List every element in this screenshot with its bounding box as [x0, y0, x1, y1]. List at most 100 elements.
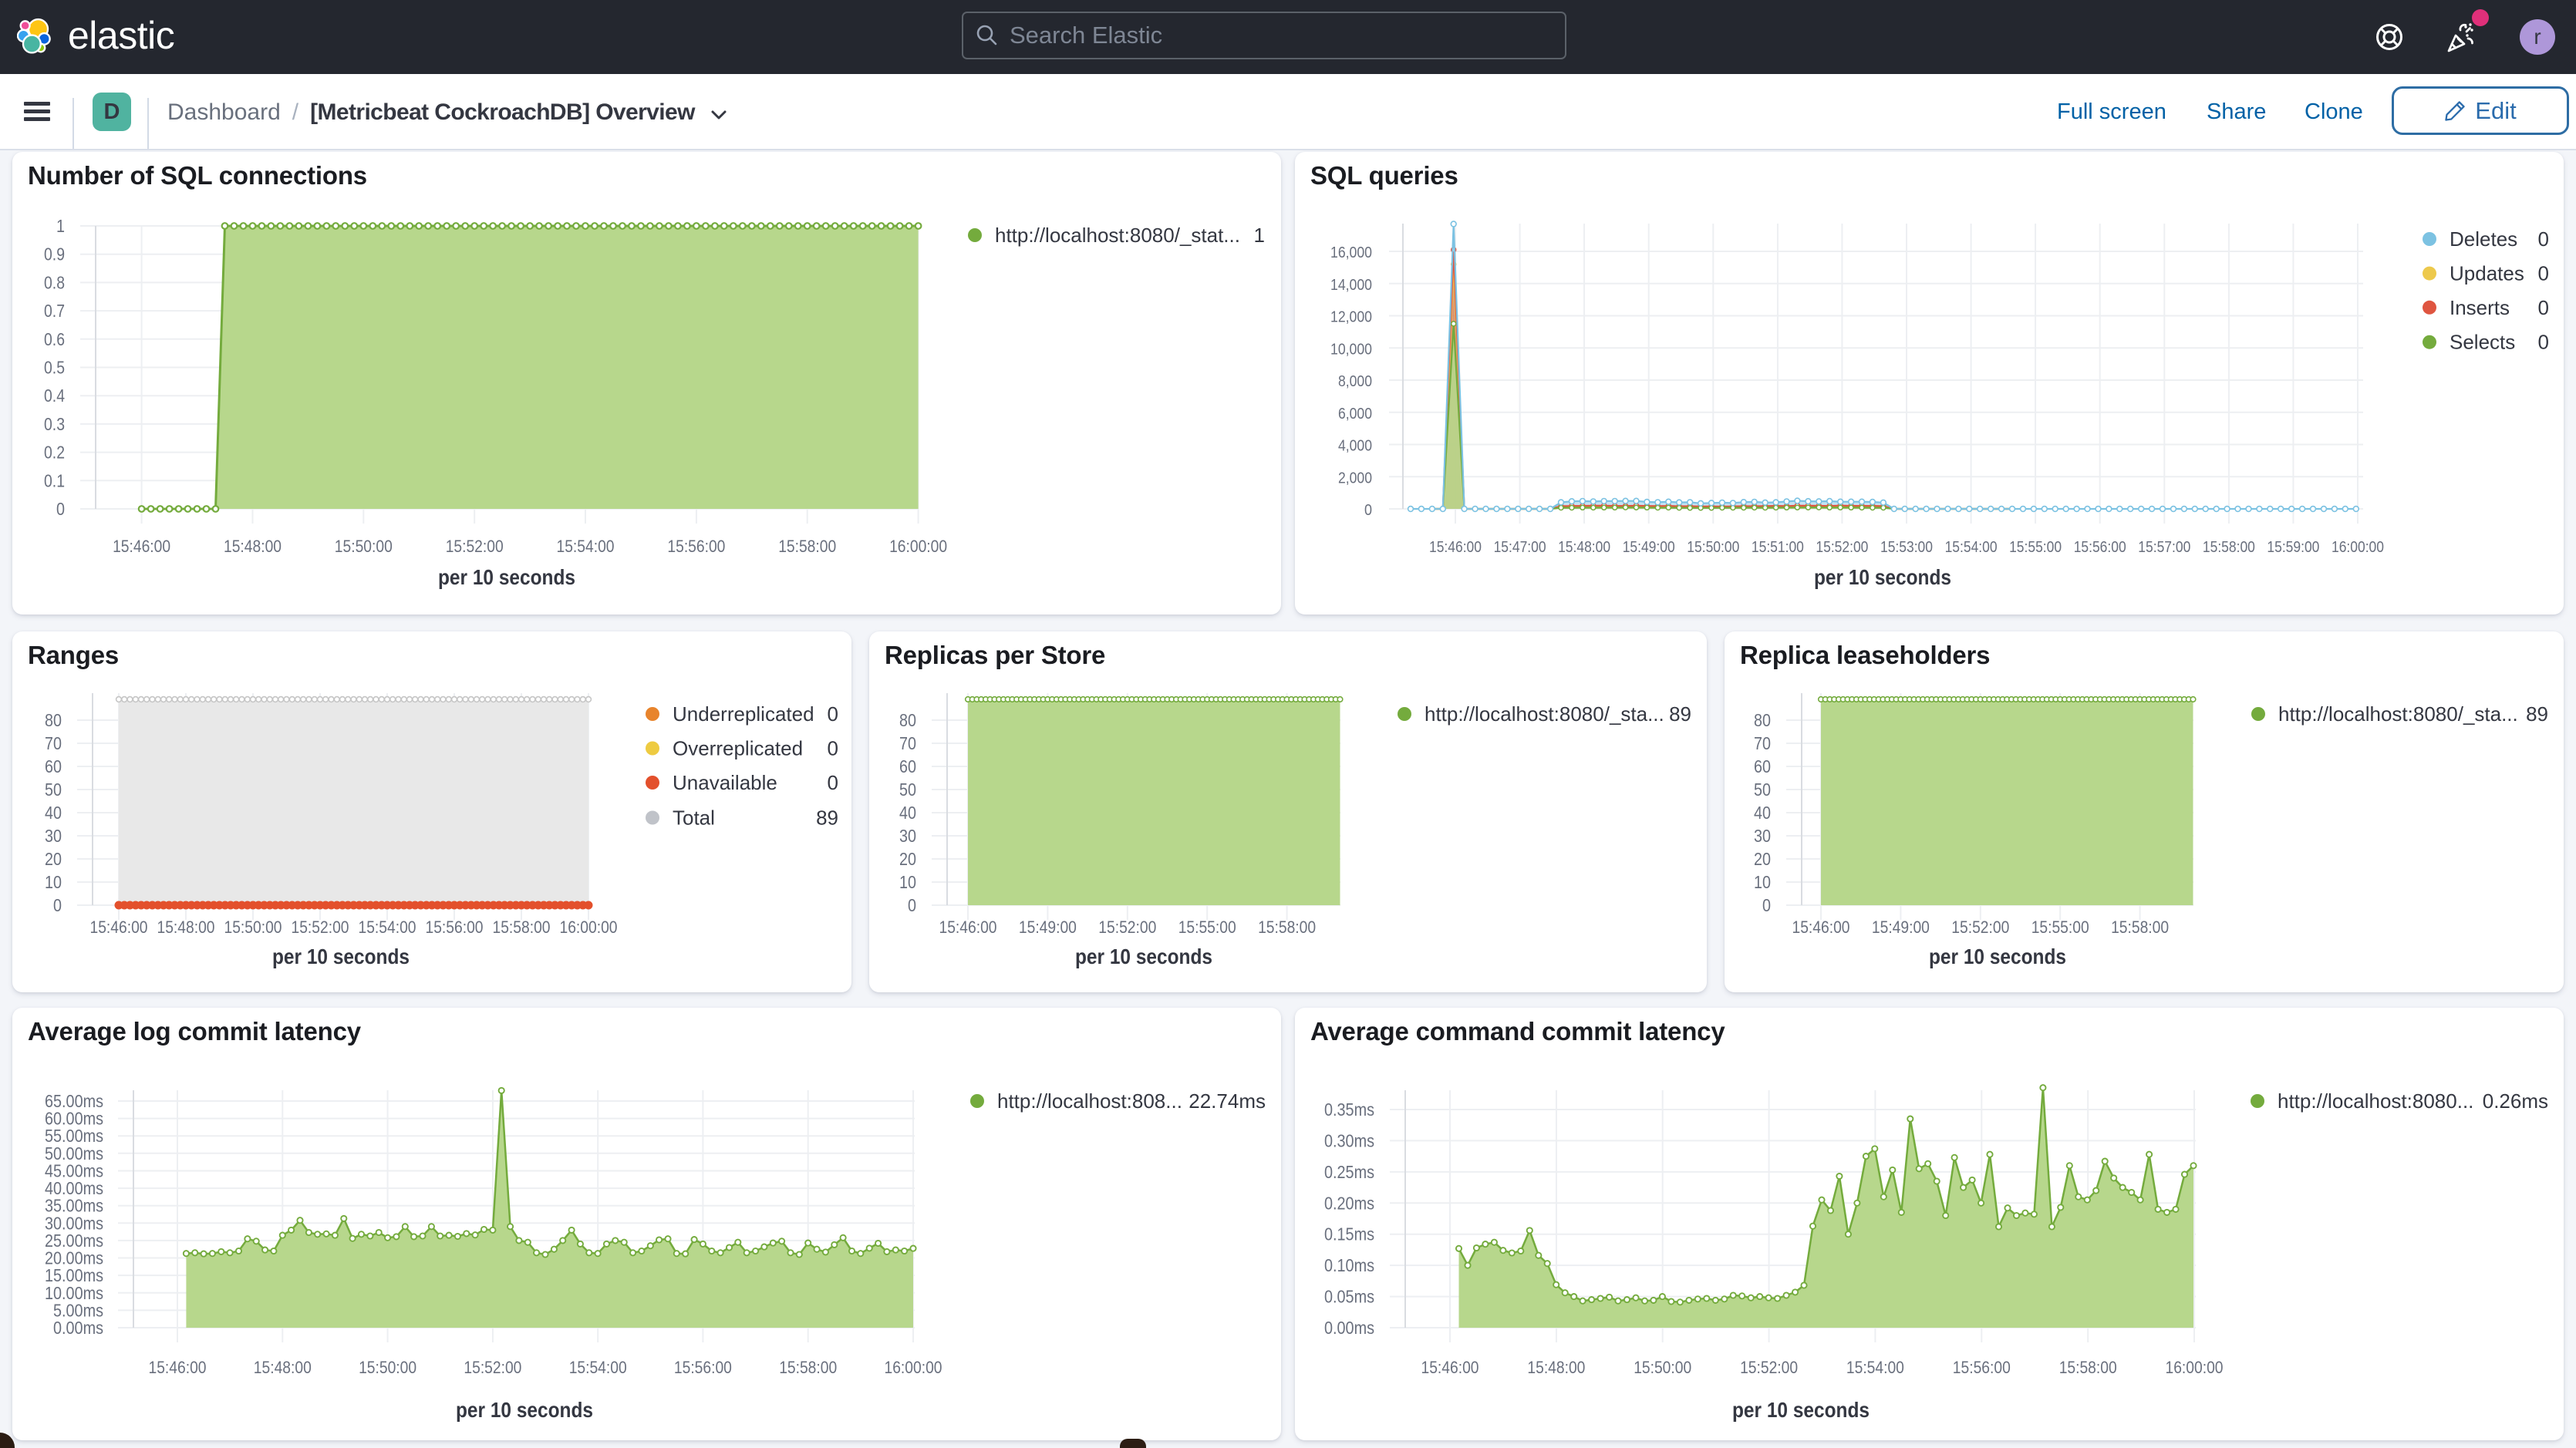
svg-text:0.5: 0.5 [44, 358, 65, 378]
svg-text:0.25ms: 0.25ms [1324, 1162, 1374, 1182]
svg-text:15:48:00: 15:48:00 [157, 918, 215, 937]
svg-text:16:00:00: 16:00:00 [2332, 538, 2384, 556]
svg-text:Underreplicated: Underreplicated [673, 702, 814, 726]
svg-text:Overreplicated: Overreplicated [673, 737, 803, 760]
svg-text:0.6: 0.6 [44, 329, 65, 349]
svg-text:40: 40 [899, 803, 916, 823]
svg-text:15:56:00: 15:56:00 [674, 1358, 732, 1377]
svg-text:15:58:00: 15:58:00 [493, 918, 551, 937]
svg-text:15:56:00: 15:56:00 [426, 918, 484, 937]
svg-text:0.00ms: 0.00ms [1324, 1318, 1374, 1338]
svg-text:80: 80 [1754, 710, 1771, 730]
svg-text:15:49:00: 15:49:00 [1623, 538, 1675, 556]
svg-text:Inserts: Inserts [2450, 296, 2510, 319]
svg-text:0.35ms: 0.35ms [1324, 1099, 1374, 1120]
svg-text:50: 50 [899, 780, 916, 800]
svg-text:15:58:00: 15:58:00 [2111, 918, 2169, 937]
svg-text:15:46:00: 15:46:00 [1792, 918, 1850, 937]
svg-text:http://localhost:8080/_sta...: http://localhost:8080/_sta... [1425, 702, 1664, 726]
svg-text:15:52:00: 15:52:00 [1951, 918, 2009, 937]
svg-text:0: 0 [2538, 227, 2549, 251]
svg-text:0: 0 [1762, 895, 1771, 915]
svg-text:14,000: 14,000 [1330, 276, 1372, 294]
svg-text:per 10 seconds: per 10 seconds [1732, 1398, 1870, 1422]
svg-text:0: 0 [2538, 331, 2549, 354]
svg-text:10: 10 [899, 872, 916, 892]
svg-text:15:52:00: 15:52:00 [1816, 538, 1868, 556]
svg-text:20: 20 [1754, 849, 1771, 869]
svg-text:30: 30 [1754, 826, 1771, 846]
svg-text:15:48:00: 15:48:00 [224, 537, 282, 556]
svg-text:15:59:00: 15:59:00 [2267, 538, 2319, 556]
svg-text:1: 1 [56, 216, 65, 236]
svg-text:15:55:00: 15:55:00 [2009, 538, 2062, 556]
svg-text:2,000: 2,000 [1338, 469, 1372, 487]
svg-text:15:57:00: 15:57:00 [2138, 538, 2190, 556]
svg-text:15:54:00: 15:54:00 [359, 918, 416, 937]
svg-text:http://localhost:8080...: http://localhost:8080... [2278, 1089, 2473, 1113]
svg-text:20: 20 [45, 849, 62, 869]
svg-text:10,000: 10,000 [1330, 340, 1372, 358]
svg-text:15:56:00: 15:56:00 [2074, 538, 2126, 556]
svg-text:15:54:00: 15:54:00 [569, 1358, 627, 1377]
svg-text:Total: Total [673, 807, 715, 830]
svg-text:30: 30 [899, 826, 916, 846]
svg-text:0.8: 0.8 [44, 272, 65, 292]
svg-text:15:49:00: 15:49:00 [1872, 918, 1930, 937]
svg-text:0: 0 [53, 895, 62, 915]
svg-text:http://localhost:8080/_sta...: http://localhost:8080/_sta... [2278, 702, 2518, 726]
svg-text:80: 80 [45, 710, 62, 730]
svg-text:70: 70 [1754, 733, 1771, 753]
svg-text:http://localhost:808...: http://localhost:808... [997, 1089, 1182, 1113]
svg-text:15:50:00: 15:50:00 [335, 537, 393, 556]
svg-text:0.9: 0.9 [44, 244, 65, 264]
svg-text:15:58:00: 15:58:00 [778, 537, 836, 556]
svg-text:22.74ms: 22.74ms [1189, 1089, 1266, 1113]
svg-text:70: 70 [45, 733, 62, 753]
svg-text:70: 70 [899, 733, 916, 753]
svg-text:50: 50 [1754, 780, 1771, 800]
svg-text:15:46:00: 15:46:00 [113, 537, 170, 556]
svg-text:0.20ms: 0.20ms [1324, 1193, 1374, 1213]
svg-text:15:50:00: 15:50:00 [359, 1358, 416, 1377]
svg-text:0.2: 0.2 [44, 443, 65, 463]
svg-text:per 10 seconds: per 10 seconds [1814, 565, 1951, 589]
svg-text:0: 0 [828, 771, 838, 794]
svg-text:12,000: 12,000 [1330, 308, 1372, 326]
svg-text:60: 60 [45, 756, 62, 776]
svg-text:15:46:00: 15:46:00 [1421, 1358, 1479, 1377]
svg-text:15:58:00: 15:58:00 [2203, 538, 2255, 556]
svg-text:15:46:00: 15:46:00 [939, 918, 997, 937]
svg-text:15:51:00: 15:51:00 [1752, 538, 1804, 556]
svg-text:Updates: Updates [2450, 262, 2524, 285]
svg-text:15:54:00: 15:54:00 [557, 537, 615, 556]
svg-text:20: 20 [899, 849, 916, 869]
svg-text:15:56:00: 15:56:00 [1953, 1358, 2011, 1377]
svg-text:15:52:00: 15:52:00 [1740, 1358, 1798, 1377]
svg-text:15:48:00: 15:48:00 [1558, 538, 1610, 556]
svg-text:15:50:00: 15:50:00 [224, 918, 282, 937]
svg-text:16:00:00: 16:00:00 [2166, 1358, 2224, 1377]
svg-text:40: 40 [1754, 803, 1771, 823]
svg-text:15:55:00: 15:55:00 [2031, 918, 2089, 937]
svg-text:15:53:00: 15:53:00 [1880, 538, 1933, 556]
svg-text:15:52:00: 15:52:00 [292, 918, 349, 937]
svg-text:0: 0 [828, 702, 838, 726]
svg-text:Selects: Selects [2450, 331, 2515, 354]
svg-text:0.3: 0.3 [44, 414, 65, 434]
svg-text:60: 60 [1754, 756, 1771, 776]
svg-text:per 10 seconds: per 10 seconds [438, 565, 575, 589]
svg-text:15:58:00: 15:58:00 [779, 1358, 837, 1377]
svg-text:0.30ms: 0.30ms [1324, 1130, 1374, 1150]
svg-text:0.1: 0.1 [44, 470, 65, 490]
svg-text:15:46:00: 15:46:00 [149, 1358, 207, 1377]
svg-text:0: 0 [828, 737, 838, 760]
svg-text:15:58:00: 15:58:00 [1258, 918, 1316, 937]
svg-text:16,000: 16,000 [1330, 244, 1372, 261]
svg-text:0.7: 0.7 [44, 301, 65, 321]
svg-text:per 10 seconds: per 10 seconds [456, 1398, 593, 1422]
svg-text:0: 0 [56, 499, 65, 519]
svg-text:15:49:00: 15:49:00 [1019, 918, 1077, 937]
svg-text:15:47:00: 15:47:00 [1494, 538, 1546, 556]
svg-text:15:46:00: 15:46:00 [1429, 538, 1482, 556]
